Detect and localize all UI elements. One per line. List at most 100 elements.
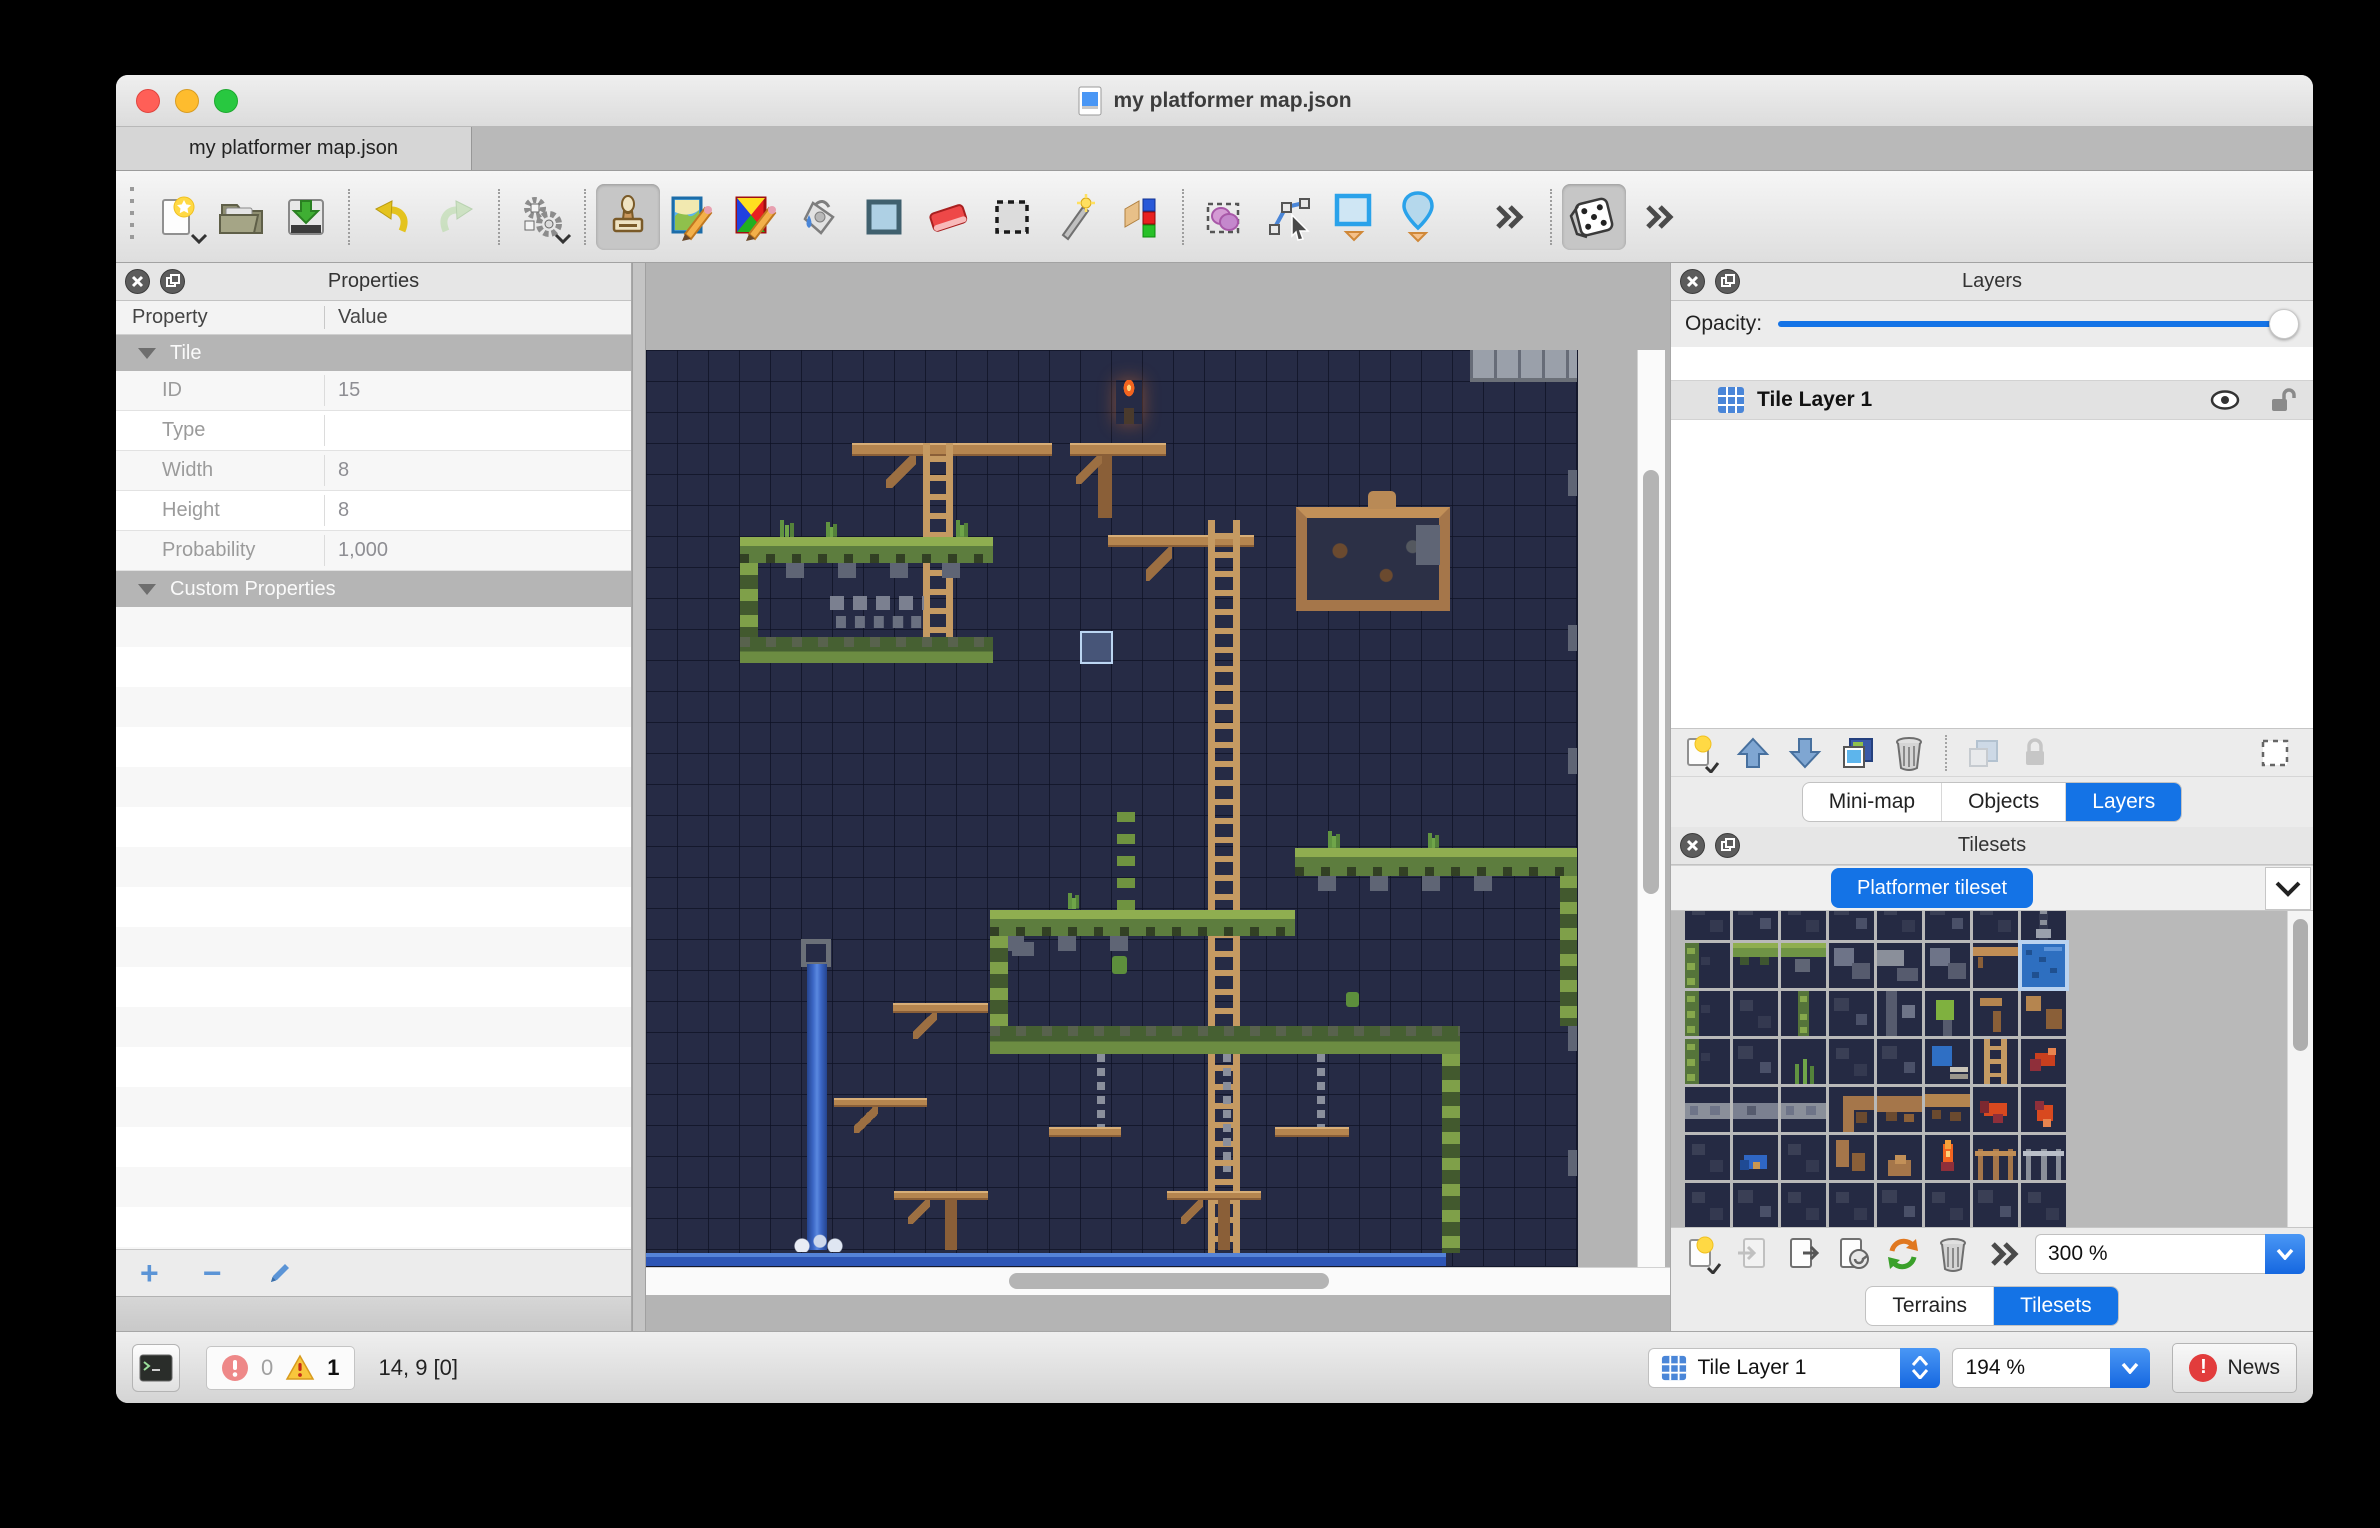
insert-rectangle-tool[interactable]: [1322, 184, 1386, 250]
insert-point-tool[interactable]: [1386, 184, 1450, 250]
raise-layer-button[interactable]: [1729, 731, 1777, 775]
tileset-tile-g-edge[interactable]: [1685, 1039, 1730, 1084]
tileset-tile-db[interactable]: [1781, 1135, 1826, 1180]
properties-float-icon[interactable]: [159, 268, 186, 295]
map-horizontal-scrollbar[interactable]: [646, 1267, 1670, 1295]
dock-tab-mini-map[interactable]: Mini-map: [1803, 783, 1942, 821]
zoom-combo[interactable]: 194 %: [1952, 1348, 2150, 1388]
property-row-probability[interactable]: Probability1,000: [116, 531, 631, 571]
tileset-tile-db[interactable]: [1685, 1135, 1730, 1180]
tileset-tile-dirt2[interactable]: [1829, 1135, 1874, 1180]
overflow-button[interactable]: [1979, 1232, 2027, 1276]
layer-unlocked-icon[interactable]: [2269, 387, 2297, 413]
views-overflow-button[interactable]: [1626, 184, 1690, 250]
toggle-other-layers-button[interactable]: [1959, 731, 2007, 775]
edit-property-button[interactable]: [265, 1258, 295, 1288]
tileset-list-chevron-icon[interactable]: [2265, 867, 2311, 910]
current-layer-combo[interactable]: Tile Layer 1: [1648, 1348, 1940, 1388]
undo-button[interactable]: [360, 184, 424, 250]
map-vertical-scrollbar[interactable]: [1637, 350, 1665, 1267]
tileset-tile-critter1[interactable]: [2021, 1039, 2066, 1084]
edit-tileset-button[interactable]: [1829, 1232, 1877, 1276]
tileset-tile-g-edge[interactable]: [1685, 991, 1730, 1036]
tileset-tab-terrains[interactable]: Terrains: [1866, 1287, 1994, 1325]
same-tile-select-tool[interactable]: [1108, 184, 1172, 250]
tileset-tile-db[interactable]: [1733, 991, 1778, 1036]
opacity-slider[interactable]: [1778, 321, 2295, 327]
tileset-tile-db[interactable]: [1685, 911, 1730, 940]
tileset-tile-dirt[interactable]: [1877, 1087, 1922, 1132]
map-hscroll-thumb[interactable]: [1009, 1273, 1329, 1289]
tileset-tile-st2[interactable]: [1877, 943, 1922, 988]
map-vscroll-thumb[interactable]: [1643, 470, 1659, 894]
layer-visible-eye-icon[interactable]: [2209, 388, 2241, 412]
tileset-tile-blue-sq[interactable]: [1925, 1039, 1970, 1084]
tileset-tile-wood-t[interactable]: [1973, 943, 2018, 988]
add-property-button[interactable]: +: [140, 1257, 159, 1289]
tileset-tile-chain-t[interactable]: [2021, 911, 2066, 940]
tileset-tile-db2[interactable]: [1925, 911, 1970, 940]
tileset-tile-g-block[interactable]: [1925, 991, 1970, 1036]
wang-brush-tool[interactable]: [724, 184, 788, 250]
bucket-fill-tool[interactable]: [788, 184, 852, 250]
tileset-tile-db[interactable]: [1685, 1183, 1730, 1227]
tileset-tile-wood-d[interactable]: [1973, 991, 2018, 1036]
tileset-tile-wood-b[interactable]: [2021, 991, 2066, 1036]
select-objects-tool[interactable]: [1194, 184, 1258, 250]
tileset-tile-blue-cr[interactable]: [1733, 1135, 1778, 1180]
tileset-tile-db[interactable]: [1925, 1183, 1970, 1227]
tilesets-close-icon[interactable]: [1679, 832, 1706, 859]
tileset-tile-db[interactable]: [1781, 1183, 1826, 1227]
reload-tileset-button[interactable]: [1879, 1232, 1927, 1276]
dock-tab-layers[interactable]: Layers: [2066, 783, 2181, 821]
rect-select-tool[interactable]: [980, 184, 1044, 250]
tileset-tile-st-row2[interactable]: [1733, 1087, 1778, 1132]
tileset-tile-st[interactable]: [1829, 943, 1874, 988]
tileset-tile-db2[interactable]: [1877, 1183, 1922, 1227]
tileset-tile-st-row[interactable]: [1781, 1087, 1826, 1132]
tileset-tile-db2[interactable]: [1829, 911, 1874, 940]
dock-tab-objects[interactable]: Objects: [1942, 783, 2066, 821]
tileset-tile-g-edge[interactable]: [1685, 943, 1730, 988]
section-header-tile[interactable]: Tile: [116, 335, 631, 371]
news-button[interactable]: ! News: [2172, 1343, 2297, 1393]
redo-button[interactable]: [424, 184, 488, 250]
tileset-tile-db2[interactable]: [1733, 1183, 1778, 1227]
tileset-tile-db[interactable]: [1973, 911, 2018, 940]
delete-tileset-button[interactable]: [1929, 1232, 1977, 1276]
new-tileset-button[interactable]: [1679, 1232, 1727, 1276]
lower-layer-button[interactable]: [1781, 731, 1829, 775]
property-row-height[interactable]: Height8: [116, 491, 631, 531]
tileset-tile-db2[interactable]: [1733, 1039, 1778, 1084]
tileset-tile-db2[interactable]: [1733, 911, 1778, 940]
tileset-tile-fence-g[interactable]: [2021, 1135, 2066, 1180]
zoom-window-button[interactable]: [214, 89, 238, 113]
tileset-tile-blob[interactable]: [1877, 1135, 1922, 1180]
tileset-tile-db[interactable]: [1829, 1039, 1874, 1084]
save-button[interactable]: [274, 184, 338, 250]
tileset-tile-wood-l[interactable]: [1973, 1039, 2018, 1084]
lock-layers-button[interactable]: [2011, 731, 2059, 775]
tileset-tile-critter3[interactable]: [2021, 1087, 2066, 1132]
tileset-tile-db[interactable]: [1781, 911, 1826, 940]
export-tileset-button[interactable]: [1779, 1232, 1827, 1276]
tileset-tab-tilesets[interactable]: Tilesets: [1994, 1287, 2118, 1325]
tileset-tile-fence-b[interactable]: [1973, 1135, 2018, 1180]
tileset-tile-water-sel[interactable]: [2021, 943, 2066, 988]
tileset-tile-st[interactable]: [1925, 943, 1970, 988]
tileset-tile-db[interactable]: [1829, 1183, 1874, 1227]
layers-float-icon[interactable]: [1714, 268, 1741, 295]
panel-splitter[interactable]: [632, 263, 646, 1331]
property-row-width[interactable]: Width8: [116, 451, 631, 491]
automapping-button[interactable]: [510, 184, 574, 250]
tileset-tile-fire[interactable]: [1925, 1135, 1970, 1180]
tileset-zoom-chevron-icon[interactable]: [2265, 1234, 2305, 1274]
opacity-slider-knob[interactable]: [2269, 309, 2299, 339]
tileset-tile-db2[interactable]: [1973, 1183, 2018, 1227]
tileset-tile-critter2[interactable]: [1973, 1087, 2018, 1132]
tileset-tile-grass-t[interactable]: [1781, 1039, 1826, 1084]
toolbar-drag-handle[interactable]: [124, 187, 140, 247]
tileset-tile-st3[interactable]: [1877, 991, 1922, 1036]
terrain-brush-tool[interactable]: [660, 184, 724, 250]
open-button[interactable]: [210, 184, 274, 250]
